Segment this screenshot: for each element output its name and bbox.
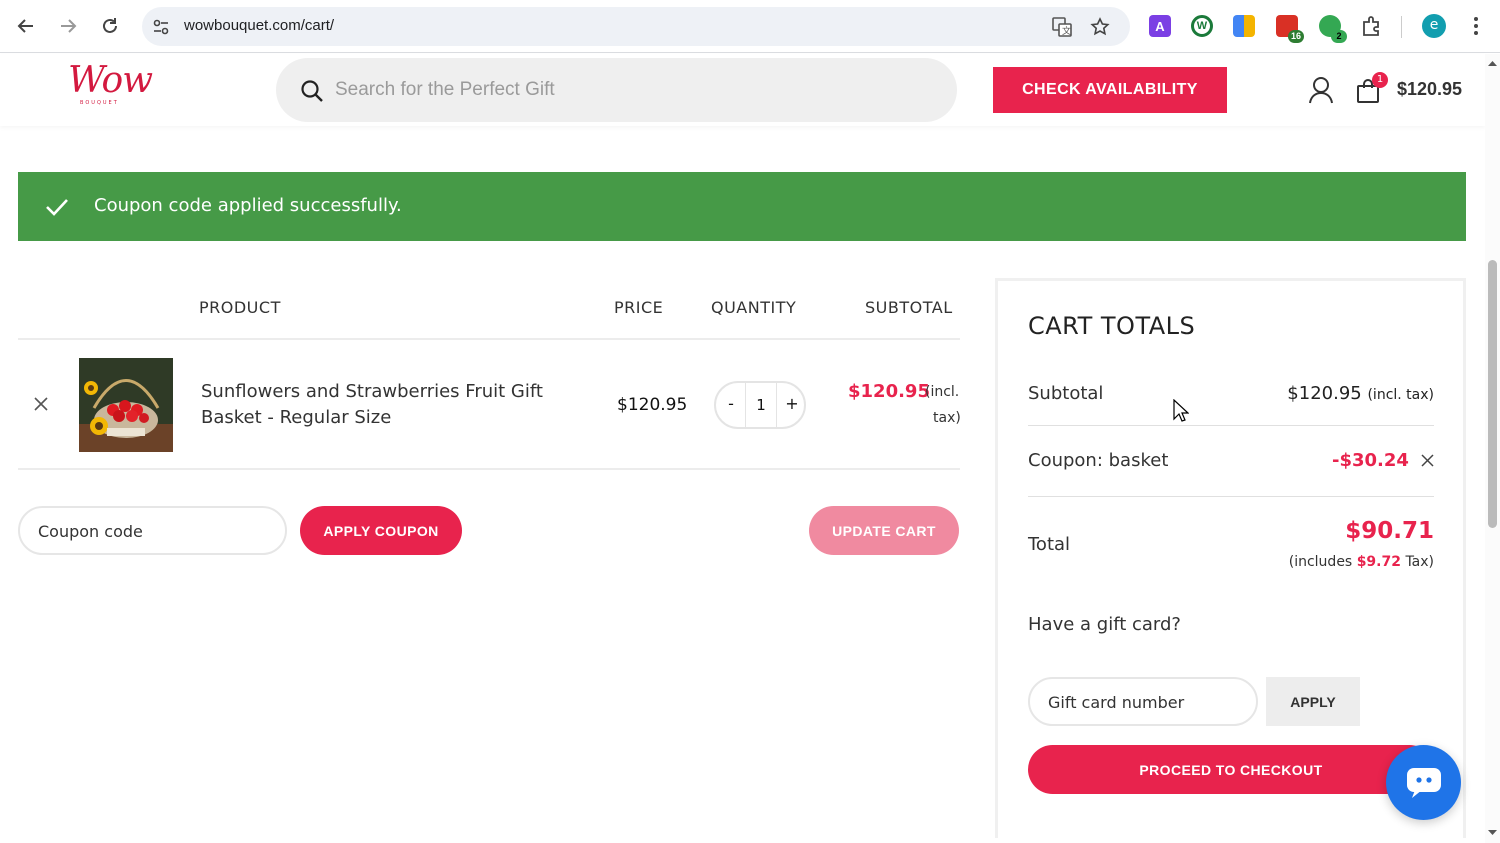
proceed-to-checkout-button[interactable]: PROCEED TO CHECKOUT <box>1028 745 1434 794</box>
subtotal-value: $120.95 <box>1287 383 1362 404</box>
translate-icon[interactable]: 文 <box>1052 17 1072 41</box>
coupon-label: Coupon: basket <box>1028 450 1169 471</box>
url-text[interactable]: wowbouquet.com/cart/ <box>184 17 334 34</box>
order-total: $90.71 <box>1345 518 1434 544</box>
check-availability-button[interactable]: CHECK AVAILABILITY <box>993 67 1227 113</box>
product-price: $120.95 <box>617 395 688 415</box>
chat-widget-button[interactable] <box>1386 745 1461 820</box>
item-subtotal-note-tax: tax) <box>933 410 961 426</box>
tax-prefix: (includes <box>1288 554 1353 570</box>
back-arrow-icon[interactable] <box>11 11 41 41</box>
toolbar-divider <box>1401 16 1402 38</box>
qty-minus-button[interactable]: - <box>721 394 741 416</box>
mouse-cursor-icon <box>1173 398 1190 427</box>
profile-avatar[interactable]: e <box>1422 14 1446 38</box>
item-subtotal: $120.95 <box>848 381 930 402</box>
browser-menu-icon[interactable] <box>1466 15 1486 41</box>
col-header-price: PRICE <box>614 298 664 317</box>
gift-card-question: Have a gift card? <box>1028 614 1181 635</box>
address-bar[interactable]: wowbouquet.com/cart/ 文 <box>142 7 1130 46</box>
svg-text:文: 文 <box>1062 25 1071 37</box>
table-header-divider <box>18 338 960 340</box>
col-header-subtotal: SUBTOTAL <box>865 298 953 317</box>
chat-bubble-icon <box>1406 767 1441 798</box>
col-header-product: PRODUCT <box>199 298 281 317</box>
gift-card-placeholder: Gift card number <box>1048 693 1185 712</box>
update-cart-button[interactable]: UPDATE CART <box>809 506 959 555</box>
cart-count-badge: 1 <box>1372 72 1388 88</box>
reload-icon[interactable] <box>95 11 125 41</box>
extension-a-icon[interactable]: A <box>1149 15 1171 37</box>
remove-coupon-icon[interactable] <box>1420 453 1435 472</box>
subtotal-tax-note: (incl. tax) <box>1367 387 1434 403</box>
quantity-stepper: - 1 + <box>714 381 806 429</box>
coupon-code-input[interactable]: Coupon code <box>18 506 287 555</box>
page-scrollbar-thumb[interactable] <box>1488 260 1497 528</box>
coupon-discount: -$30.24 <box>1332 450 1409 471</box>
header-cart-total[interactable]: $120.95 <box>1397 79 1462 100</box>
product-name-link[interactable]: Sunflowers and Strawberries Fruit Gift B… <box>201 379 581 431</box>
extensions-puzzle-icon[interactable] <box>1361 15 1383 41</box>
success-notice: Coupon code applied successfully. <box>18 172 1466 241</box>
table-row-divider <box>18 468 960 470</box>
tax-note: (includes $9.72 Tax) <box>1289 554 1434 570</box>
extension-stack-icon[interactable]: 16 <box>1276 15 1304 43</box>
extension-tiles-icon[interactable] <box>1233 15 1255 37</box>
search-icon <box>300 79 324 107</box>
tax-amount: $9.72 <box>1356 554 1401 570</box>
checkmark-icon <box>45 197 69 221</box>
cart-totals-title: CART TOTALS <box>1028 312 1196 340</box>
item-subtotal-note: (incl. <box>925 384 960 400</box>
tax-suffix: Tax) <box>1405 554 1434 570</box>
totals-divider <box>1028 425 1434 426</box>
bookmark-star-icon[interactable] <box>1090 17 1110 41</box>
user-account-icon[interactable] <box>1308 76 1334 108</box>
product-thumbnail[interactable] <box>79 358 173 452</box>
browser-toolbar: wowbouquet.com/cart/ 文 A W 16 2 e <box>0 0 1500 53</box>
forward-arrow-icon[interactable] <box>53 11 83 41</box>
notice-message: Coupon code applied successfully. <box>94 195 402 216</box>
col-header-quantity: QUANTITY <box>711 298 797 317</box>
subtotal-value-group: $120.95 (incl. tax) <box>1287 383 1434 404</box>
site-settings-icon[interactable] <box>152 18 170 40</box>
extension-sync-icon[interactable]: 2 <box>1319 15 1347 43</box>
subtotal-label: Subtotal <box>1028 383 1104 404</box>
wow-bouquet-logo[interactable]: Wow BOUQUET <box>68 62 153 107</box>
qty-plus-button[interactable]: + <box>782 394 802 416</box>
apply-coupon-button[interactable]: APPLY COUPON <box>300 506 462 555</box>
coupon-placeholder: Coupon code <box>38 522 143 541</box>
total-label: Total <box>1028 534 1071 555</box>
search-bar[interactable]: Search for the Perfect Gift <box>276 58 957 122</box>
gift-card-apply-button[interactable]: APPLY <box>1266 677 1360 726</box>
gift-card-input[interactable]: Gift card number <box>1028 677 1258 726</box>
quantity-input[interactable]: 1 <box>745 383 777 427</box>
remove-item-icon[interactable] <box>33 396 49 416</box>
extension-w-icon[interactable]: W <box>1191 15 1213 37</box>
search-placeholder[interactable]: Search for the Perfect Gift <box>335 79 555 101</box>
totals-divider <box>1028 496 1434 497</box>
